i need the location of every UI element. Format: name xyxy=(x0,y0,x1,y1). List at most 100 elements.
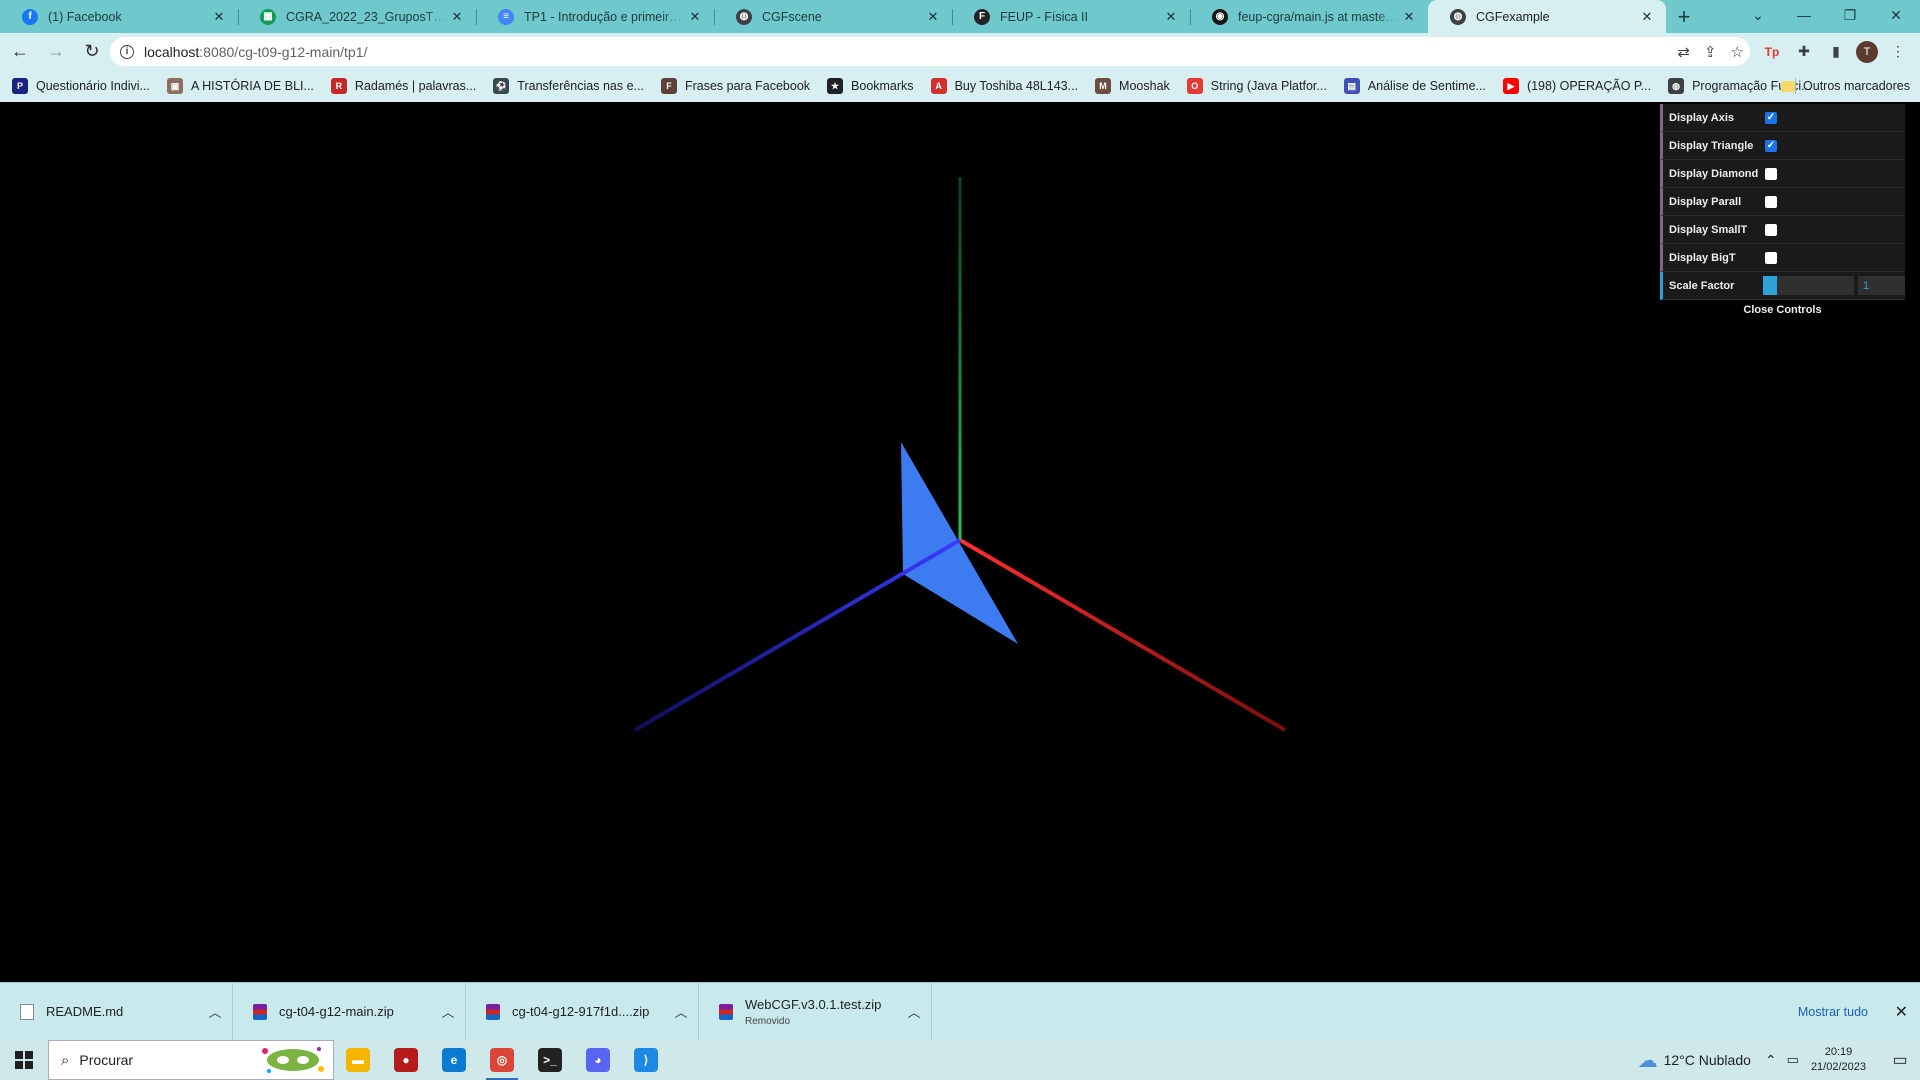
close-controls-button[interactable]: Close Controls xyxy=(1660,300,1905,320)
gui-checkbox[interactable]: ✓ xyxy=(1765,111,1777,124)
chevron-up-icon[interactable]: ︿ xyxy=(198,1002,232,1021)
extensions-puzzle-icon[interactable]: ✚ xyxy=(1792,40,1816,64)
notifications-icon[interactable]: ▭ xyxy=(1880,1040,1920,1080)
reload-button[interactable]: ↻ xyxy=(76,36,108,68)
globe-icon: ◍ xyxy=(736,8,752,25)
chevron-up-icon[interactable]: ︿ xyxy=(431,1002,465,1021)
star-icon: ★ xyxy=(827,78,844,94)
close-tab-icon[interactable]: ✕ xyxy=(1400,8,1418,26)
gui-checkbox[interactable] xyxy=(1765,223,1777,236)
forward-button[interactable]: → xyxy=(40,36,72,68)
side-panel-icon[interactable]: ▮ xyxy=(1824,40,1848,64)
taskbar-app[interactable]: ▬ xyxy=(334,1040,382,1080)
taskbar-app[interactable]: ● xyxy=(382,1040,430,1080)
terminal-icon: >_ xyxy=(538,1048,562,1072)
gui-checkbox[interactable] xyxy=(1765,251,1777,264)
bookmarks-bar: P Questionário Indivi... ▣ A HISTÓRIA DE BL… xyxy=(0,70,1920,102)
winrar-icon xyxy=(719,1003,733,1020)
taskbar-app[interactable]: >_ xyxy=(526,1040,574,1080)
start-button[interactable] xyxy=(0,1040,48,1080)
taskbar-search-box[interactable]: ⌕ Procurar xyxy=(48,1040,334,1080)
bookmark-star-icon[interactable]: ☆ xyxy=(1731,43,1744,61)
scale-factor-input[interactable]: 1 xyxy=(1857,276,1906,295)
browser-tab[interactable]: ▦ CGRA_2022_23_GruposTP - Goo✕ xyxy=(238,0,476,33)
back-button[interactable]: ← xyxy=(4,36,36,68)
minimize-button[interactable]: — xyxy=(1781,0,1827,30)
discord-icon: ◕ xyxy=(586,1048,610,1072)
bookmark-item[interactable]: F Frases para Facebook xyxy=(660,78,810,94)
slider-fill xyxy=(1762,276,1777,295)
tab-title: feup-cgra/main.js at master · sk xyxy=(1238,9,1400,24)
bookmark-label: Questionário Indivi... xyxy=(36,79,150,93)
download-item[interactable]: cg-t04-g12-main.zip ︿ xyxy=(233,982,466,1041)
bookmark-item[interactable]: ▤ Análise de Sentime... xyxy=(1343,78,1486,94)
close-tab-icon[interactable]: ✕ xyxy=(448,8,466,26)
file-explorer-icon: ▬ xyxy=(346,1048,370,1072)
taskbar-app[interactable]: ◕ xyxy=(574,1040,622,1080)
close-tab-icon[interactable]: ✕ xyxy=(1162,8,1180,26)
profile-avatar[interactable]: T xyxy=(1856,40,1878,63)
browser-tab[interactable]: ◍ CGFexample ✕ xyxy=(1428,0,1666,33)
browser-tab[interactable]: ≡ TP1 - Introdução e primeiros pa ✕ xyxy=(476,0,714,33)
bookmark-item[interactable]: O String (Java Platfor... xyxy=(1186,78,1327,94)
bookmark-item[interactable]: A Buy Toshiba 48L143... xyxy=(930,78,1078,94)
bookmark-item[interactable]: ⚽ Transferências nas e... xyxy=(493,78,644,94)
close-tab-icon[interactable]: ✕ xyxy=(210,8,228,26)
bookmark-item[interactable]: P Questionário Indivi... xyxy=(12,78,150,94)
browser-tab[interactable]: f (1) Facebook ✕ xyxy=(0,0,238,33)
scale-factor-slider[interactable] xyxy=(1762,276,1854,295)
browser-tab[interactable]: F FEUP - Física II ✕ xyxy=(952,0,1190,33)
weather-widget[interactable]: ☁ 12°C Nublado xyxy=(1638,1048,1751,1073)
close-window-button[interactable]: ✕ xyxy=(1873,0,1919,30)
other-bookmarks-folder[interactable]: Outros marcadores xyxy=(1781,70,1910,102)
sheets-icon: ▦ xyxy=(260,8,276,25)
chevron-up-icon[interactable]: ︿ xyxy=(664,1002,698,1021)
other-bookmarks-label: Outros marcadores xyxy=(1803,79,1910,93)
translate-icon[interactable]: ⇄ xyxy=(1677,43,1690,61)
browser-tab[interactable]: ◍ CGFscene ✕ xyxy=(714,0,952,33)
download-item[interactable]: README.md ︿ xyxy=(0,982,233,1041)
tab-title: FEUP - Física II xyxy=(1000,9,1088,24)
gui-checkbox[interactable] xyxy=(1765,195,1777,208)
webgl-canvas[interactable]: Display Axis ✓ Display Triangle ✓ Display Di… xyxy=(0,102,1920,982)
new-tab-button[interactable]: + xyxy=(1666,0,1702,33)
share-icon[interactable]: ⇪ xyxy=(1704,43,1717,61)
gui-checkbox[interactable]: ✓ xyxy=(1765,139,1777,152)
clock-date: 21/02/2023 xyxy=(1810,1061,1866,1073)
restore-button[interactable]: ❐ xyxy=(1827,0,1873,30)
bookmark-item[interactable]: ★ Bookmarks xyxy=(827,78,914,94)
site-info-icon[interactable]: i xyxy=(120,44,134,59)
show-all-downloads-link[interactable]: Mostrar tudo xyxy=(1798,983,1868,1041)
close-tab-icon[interactable]: ✕ xyxy=(686,8,704,26)
bookmark-item[interactable]: ▶ (198) OPERAÇÃO P... xyxy=(1502,78,1651,94)
taskbar-app[interactable]: ◎ xyxy=(478,1040,526,1080)
bookmark-item[interactable]: M Mooshak xyxy=(1095,78,1170,94)
youtube-icon: ▶ xyxy=(1502,78,1519,94)
bookmark-label: Mooshak xyxy=(1119,79,1170,93)
chrome-menu-icon[interactable]: ⋮ xyxy=(1886,40,1910,64)
tab-title: CGFscene xyxy=(762,9,822,24)
bookmark-item[interactable]: R Radamés | palavras... xyxy=(330,78,476,94)
battery-icon[interactable]: ▭ xyxy=(1787,1052,1799,1068)
winrar-icon xyxy=(253,1003,267,1020)
chevron-up-icon[interactable]: ⌃ xyxy=(1765,1052,1777,1069)
close-tab-icon[interactable]: ✕ xyxy=(924,8,942,26)
tab-list-button[interactable]: ⌄ xyxy=(1735,0,1781,30)
download-name: README.md xyxy=(46,1004,124,1019)
address-bar[interactable]: i localhost:8080/cg-t09-g12-main/tp1/ ⇄ … xyxy=(110,37,1750,66)
download-item[interactable]: WebCGF.v3.0.1.test.zip Removido ︿ xyxy=(699,982,932,1041)
clock[interactable]: 20:19 21/02/2023 xyxy=(1811,1045,1866,1075)
chevron-up-icon[interactable]: ︿ xyxy=(897,1002,931,1021)
taskbar-app[interactable]: ⟩ xyxy=(622,1040,670,1080)
buy-icon: A xyxy=(930,78,947,94)
taskbar-app[interactable]: e xyxy=(430,1040,478,1080)
close-shelf-button[interactable]: ✕ xyxy=(1895,983,1908,1041)
download-name: WebCGF.v3.0.1.test.zip xyxy=(745,996,882,1012)
download-item[interactable]: cg-t04-g12-917f1d....zip ︿ xyxy=(466,982,699,1041)
bookmark-item[interactable]: ▣ A HISTÓRIA DE BLI... xyxy=(166,78,314,94)
gui-checkbox[interactable] xyxy=(1765,167,1777,180)
gui-label: Display SmallT xyxy=(1669,223,1748,236)
extension-tp-icon[interactable]: Tp xyxy=(1760,40,1784,64)
close-tab-icon[interactable]: ✕ xyxy=(1638,8,1656,26)
browser-tab[interactable]: ◉ feup-cgra/main.js at master · sk ✕ xyxy=(1190,0,1428,33)
